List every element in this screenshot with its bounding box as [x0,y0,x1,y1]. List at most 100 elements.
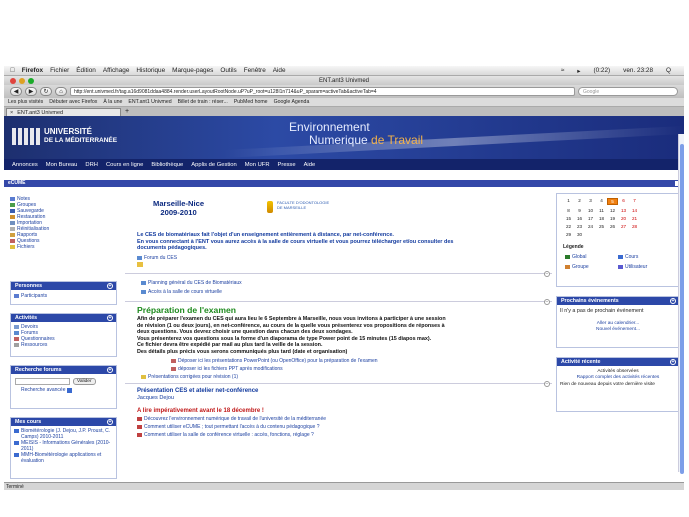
nav-bibliotheque[interactable]: Bibliothèque [151,162,183,168]
validate-button[interactable]: Valider [73,378,96,385]
calendar-day[interactable]: 5 [607,198,618,205]
legend-cours[interactable]: Cours [618,254,671,260]
collapse-icon[interactable]: + [670,359,676,365]
bookmark-item[interactable]: Débuter avec Firefox [49,99,97,105]
volume-icon[interactable]: ▸ [577,67,580,75]
search-field[interactable]: Google [578,87,678,96]
collapse-topic-icon[interactable]: − [544,381,550,387]
url-bar[interactable]: http://ent.univmed.fr/tag.a16d9081ddaa48… [70,87,575,96]
course-link[interactable]: Biométérologie (J. Dejou, J.P. Proust, C… [14,428,113,440]
battery-status[interactable]: (0:22) [593,67,610,74]
course-link[interactable]: MMH-Biométérologie applications et évalu… [14,452,113,464]
menu-historique[interactable]: Historique [136,67,165,74]
edit-icon[interactable] [137,262,143,267]
collapse-topic-icon[interactable]: − [544,299,550,305]
calendar-day[interactable]: 23 [574,224,585,229]
calendar-day[interactable]: 6 [618,198,629,205]
important-link[interactable]: Comment utiliser la salle de conférence … [137,432,314,438]
home-button[interactable]: ⌂ [55,87,67,96]
legend-groupe[interactable]: Groupe [565,264,618,270]
menu-marque-pages[interactable]: Marque-pages [172,67,213,74]
calendar-day[interactable]: 1 [563,198,574,205]
collapse-icon[interactable]: + [107,419,113,425]
calendar-day[interactable]: 9 [574,208,585,213]
collapse-icon[interactable]: + [107,367,113,373]
tab-active[interactable]: × ENT.ant3 Univmed [6,108,121,116]
calendar-day[interactable]: 2 [574,198,585,205]
bookmark-item[interactable]: Google Agenda [274,99,310,105]
virtual-class-link[interactable]: Accès à la salle de cours virtuelle [141,289,222,295]
scrollbar-thumb[interactable] [680,144,684,474]
calendar-day[interactable]: 28 [629,224,640,229]
calendar-day[interactable]: 30 [574,232,585,237]
calendar-day[interactable]: 20 [618,216,629,221]
forward-button[interactable]: ▶ [25,87,37,96]
nav-cours-en-ligne[interactable]: Cours en ligne [106,162,143,168]
upload-modified-link[interactable]: déposer ici les fichiers PPT après modif… [171,366,283,372]
collapse-topic-icon[interactable]: − [544,271,550,277]
nav-presse[interactable]: Presse [278,162,296,168]
important-link[interactable]: Comment utiliser eCUME ; tout permettant… [137,424,320,430]
forum-search-input[interactable] [15,378,70,385]
bookmark-item[interactable]: ENT.ant1 Univmed [128,99,171,105]
wifi-icon[interactable]: ≈ [561,67,565,74]
calendar-day[interactable]: 13 [618,208,629,213]
link-ressources[interactable]: Ressources [14,342,113,348]
tool-fichiers[interactable]: Fichiers [10,244,117,250]
close-tab-icon[interactable]: × [10,110,13,116]
calendar-day[interactable]: 29 [563,232,574,237]
page-scrollbar[interactable] [678,134,684,474]
course-link[interactable]: MEISIS - Informations Générales (2010-20… [14,440,113,452]
menu-app-name[interactable]: Firefox [22,67,43,74]
new-tab-button[interactable]: + [121,108,133,116]
nav-drh[interactable]: DRH [85,162,98,168]
collapse-icon[interactable]: + [107,315,113,321]
calendar-day[interactable]: 18 [596,216,607,221]
calendar-day[interactable]: 22 [563,224,574,229]
menu-fenetre[interactable]: Fenêtre [244,67,266,74]
link-participants[interactable]: Participants [11,290,116,302]
planning-link[interactable]: Planning général du CES de Biomatériaux [141,280,242,286]
calendar-day[interactable]: 8 [563,208,574,213]
upload-presentations-link[interactable]: Déposer ici les présentations PowerPoint… [171,358,378,364]
calendar-day[interactable]: 12 [607,208,618,213]
nav-applis-gestion[interactable]: Applis de Gestion [191,162,236,168]
bookmark-item[interactable]: Billet de train : réser... [178,99,228,105]
calendar-day[interactable]: 4 [596,198,607,205]
apple-icon[interactable]:  [10,67,15,74]
calendar-day[interactable]: 21 [629,216,640,221]
clock[interactable]: ven. 23:28 [623,67,653,74]
menu-outils[interactable]: Outils [220,67,236,74]
nav-mon-bureau[interactable]: Mon Bureau [46,162,78,168]
legend-utilisateur[interactable]: Utilisateur [618,264,671,270]
calendar-day[interactable]: 17 [585,216,596,221]
menu-edition[interactable]: Édition [76,67,96,74]
advanced-search-link[interactable]: Recherche avancée [11,387,116,393]
corrected-presentations-link[interactable]: Présentations corrigées pour révision (1… [141,374,238,380]
menu-affichage[interactable]: Affichage [103,67,130,74]
bookmark-item[interactable]: PubMed home [234,99,268,105]
calendar-day[interactable]: 14 [629,208,640,213]
nav-mon-ufr[interactable]: Mon UFR [245,162,270,168]
nav-annonces[interactable]: Annonces [12,162,38,168]
back-button[interactable]: ◀ [10,87,22,96]
calendar-day[interactable]: 10 [585,208,596,213]
legend-global[interactable]: Global [565,254,618,260]
menu-aide[interactable]: Aide [273,67,286,74]
bookmark-item[interactable]: À la une [103,99,122,105]
calendar-day[interactable]: 11 [596,208,607,213]
menu-fichier[interactable]: Fichier [50,67,69,74]
calendar-day[interactable]: 24 [585,224,596,229]
calendar-day[interactable]: 3 [585,198,596,205]
calendar-day[interactable]: 27 [618,224,629,229]
nav-aide[interactable]: Aide [304,162,316,168]
collapse-icon[interactable]: + [670,298,676,304]
calendar-day[interactable]: 19 [607,216,618,221]
collapse-icon[interactable]: + [107,283,113,289]
spotlight-icon[interactable]: Q [666,67,671,74]
calendar-day[interactable]: 16 [574,216,585,221]
reload-button[interactable]: ↻ [40,87,52,96]
calendar-day[interactable]: 25 [596,224,607,229]
new-event-link[interactable]: Nouvel événement... [557,327,679,333]
calendar-day[interactable]: 26 [607,224,618,229]
